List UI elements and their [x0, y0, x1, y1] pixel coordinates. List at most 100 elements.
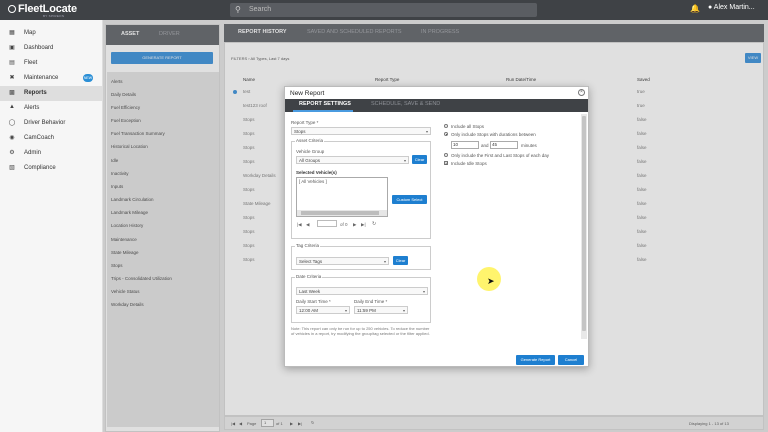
report-type-value: Stops — [294, 129, 306, 134]
list-page-input[interactable] — [317, 220, 337, 227]
include-idle-checkbox[interactable]: ✓ — [444, 161, 448, 166]
user-name: Alex Martin... — [713, 4, 755, 11]
map-icon: ▦ — [9, 30, 15, 36]
sidebar-item-reports[interactable]: ▩ Reports — [0, 86, 103, 101]
chevron-down-icon: ▾ — [344, 308, 347, 313]
include-idle-label: Include Idle Stops — [451, 161, 487, 166]
dialog-body: Report Type * Stops ▾ Asset Criteria Vehi… — [287, 114, 587, 351]
global-search-input[interactable]: ⚲ Search — [230, 3, 537, 17]
date-range-value: Last Week — [299, 289, 321, 294]
chevron-down-icon: ▾ — [425, 129, 428, 134]
sidebar-item-admin[interactable]: ⚙ Admin — [0, 146, 103, 161]
tag-select[interactable]: Select Tags ▾ — [296, 257, 389, 265]
daily-end-select[interactable]: 11:59 PM ▾ — [354, 306, 408, 314]
sidebar-item-label: Maintenance — [24, 75, 59, 81]
top-bar: FleetLocate BY SPIREON ⚲ Search 🔔 ● Alex… — [0, 0, 768, 20]
asset-criteria-legend: Asset Criteria — [295, 138, 325, 143]
wrench-icon: ✖ — [9, 75, 15, 81]
first-last-stops-radio[interactable] — [444, 153, 448, 157]
sidebar-item-label: Alerts — [24, 105, 40, 111]
include-all-stops-radio[interactable] — [444, 124, 448, 128]
max-duration-input[interactable]: 45 — [490, 141, 518, 149]
user-menu[interactable]: ● Alex Martin... — [708, 4, 755, 11]
sidebar-item-camcoach[interactable]: ◉ CamCoach — [0, 131, 103, 146]
clear-tags-button[interactable]: Clear — [393, 256, 408, 265]
list-last-page-icon[interactable]: ▶| — [361, 222, 366, 228]
list-prev-page-icon[interactable]: ◀ — [306, 222, 309, 228]
chevron-down-icon: ▾ — [402, 308, 405, 313]
dialog-scrollbar[interactable] — [581, 114, 587, 339]
active-tab-underline — [293, 110, 353, 112]
sidebar-item-compliance[interactable]: ▧ Compliance — [0, 161, 103, 176]
duration-stops-radio[interactable] — [444, 132, 448, 136]
fleet-icon: ▤ — [9, 60, 15, 66]
daily-end-label: Daily End Time * — [354, 299, 388, 304]
list-scrollbar[interactable] — [297, 210, 387, 216]
sidebar-item-label: Dashboard — [24, 45, 54, 51]
scrollbar-thumb[interactable] — [582, 116, 586, 331]
notifications-bell-icon[interactable]: 🔔 — [690, 4, 700, 13]
close-icon[interactable]: × — [578, 89, 585, 96]
first-last-stops-label: Only include the First and Last Stops of… — [451, 153, 550, 158]
sidebar-item-label: CamCoach — [24, 135, 55, 141]
vehicle-group-label: Vehicle Group — [296, 149, 325, 154]
daily-start-select[interactable]: 12:00 AM ▾ — [296, 306, 350, 314]
cancel-button[interactable]: Cancel — [558, 355, 584, 365]
gear-icon: ⚙ — [9, 150, 15, 156]
sidebar-item-driver-behavior[interactable]: ◯ Driver Behavior — [0, 116, 103, 131]
tab-schedule-save-send[interactable]: SCHEDULE, SAVE & SEND — [371, 101, 440, 107]
sidebar-item-alerts[interactable]: ▲ Alerts — [0, 101, 103, 116]
dashboard-icon: ▣ — [9, 45, 15, 51]
selected-vehicles-list[interactable]: [ All Vehicles ] — [296, 177, 388, 217]
report-type-select[interactable]: Stops ▾ — [291, 127, 431, 135]
vehicle-group-select[interactable]: All Groups ▾ — [296, 156, 409, 164]
search-placeholder: Search — [249, 6, 272, 13]
generate-report-submit-button[interactable]: Generate Report — [516, 355, 555, 365]
tag-value: Select Tags — [299, 259, 323, 264]
custom-select-button[interactable]: Custom Select — [392, 195, 427, 204]
date-criteria-legend: Date Criteria — [295, 274, 323, 279]
refresh-icon[interactable]: ↻ — [372, 221, 376, 227]
minutes-label: minutes — [521, 143, 537, 148]
date-range-select[interactable]: Last Week ▾ — [296, 287, 428, 295]
tag-criteria-legend: Tag Criteria — [295, 243, 321, 248]
daily-start-label: Daily Start Time * — [296, 299, 331, 304]
clear-vehicle-group-button[interactable]: Clear — [412, 155, 427, 164]
new-report-dialog: New Report × REPORT SETTINGS SCHEDULE, S… — [284, 86, 589, 367]
mouse-cursor-icon: ➤ — [487, 276, 495, 286]
vehicle-group-value: All Groups — [299, 158, 321, 163]
sidebar-item-map[interactable]: ▦ Map — [0, 26, 103, 41]
list-item[interactable]: [ All Vehicles ] — [299, 179, 327, 184]
duration-stops-label: Only include Stops with durations betwee… — [451, 132, 536, 137]
date-criteria-group: Date Criteria Last Week ▾ Daily Start Tim… — [291, 274, 431, 323]
list-page-of: of 0 — [340, 222, 348, 227]
sidebar: ▦ Map ▣ Dashboard ▤ Fleet ✖ Maintenance NEW ▩… — [0, 20, 103, 432]
min-duration-input[interactable]: 10 — [451, 141, 479, 149]
and-label: and — [481, 143, 489, 148]
driver-icon: ◯ — [8, 120, 16, 126]
alert-icon: ▲ — [9, 104, 15, 110]
new-badge: NEW — [83, 74, 93, 82]
list-first-page-icon[interactable]: |◀ — [297, 222, 302, 228]
report-type-label: Report Type * — [291, 120, 319, 125]
sidebar-item-dashboard[interactable]: ▣ Dashboard — [0, 41, 103, 56]
user-icon: ● — [708, 4, 713, 11]
selected-vehicles-label: Selected Vehicle(s) — [296, 170, 337, 175]
reports-icon: ▩ — [9, 90, 15, 96]
chevron-down-icon: ▾ — [383, 259, 386, 264]
sidebar-item-label: Map — [24, 30, 36, 36]
sidebar-item-fleet[interactable]: ▤ Fleet — [0, 56, 103, 71]
sidebar-item-label: Compliance — [24, 165, 56, 171]
scrollbar-thumb[interactable] — [301, 211, 379, 215]
list-next-page-icon[interactable]: ▶ — [353, 222, 356, 228]
dialog-tabs: REPORT SETTINGS SCHEDULE, SAVE & SEND — [285, 99, 588, 112]
sidebar-item-label: Admin — [24, 150, 42, 156]
dialog-title: New Report — [290, 90, 325, 97]
sidebar-item-maintenance[interactable]: ✖ Maintenance NEW — [0, 71, 103, 86]
include-all-stops-label: Include all Stops — [451, 124, 485, 129]
tab-report-settings[interactable]: REPORT SETTINGS — [299, 101, 351, 107]
daily-end-value: 11:59 PM — [357, 308, 376, 313]
compliance-icon: ▧ — [9, 165, 15, 171]
chevron-down-icon: ▾ — [422, 289, 425, 294]
vehicle-limit-note: Note: This report can only be run for up… — [291, 326, 430, 336]
